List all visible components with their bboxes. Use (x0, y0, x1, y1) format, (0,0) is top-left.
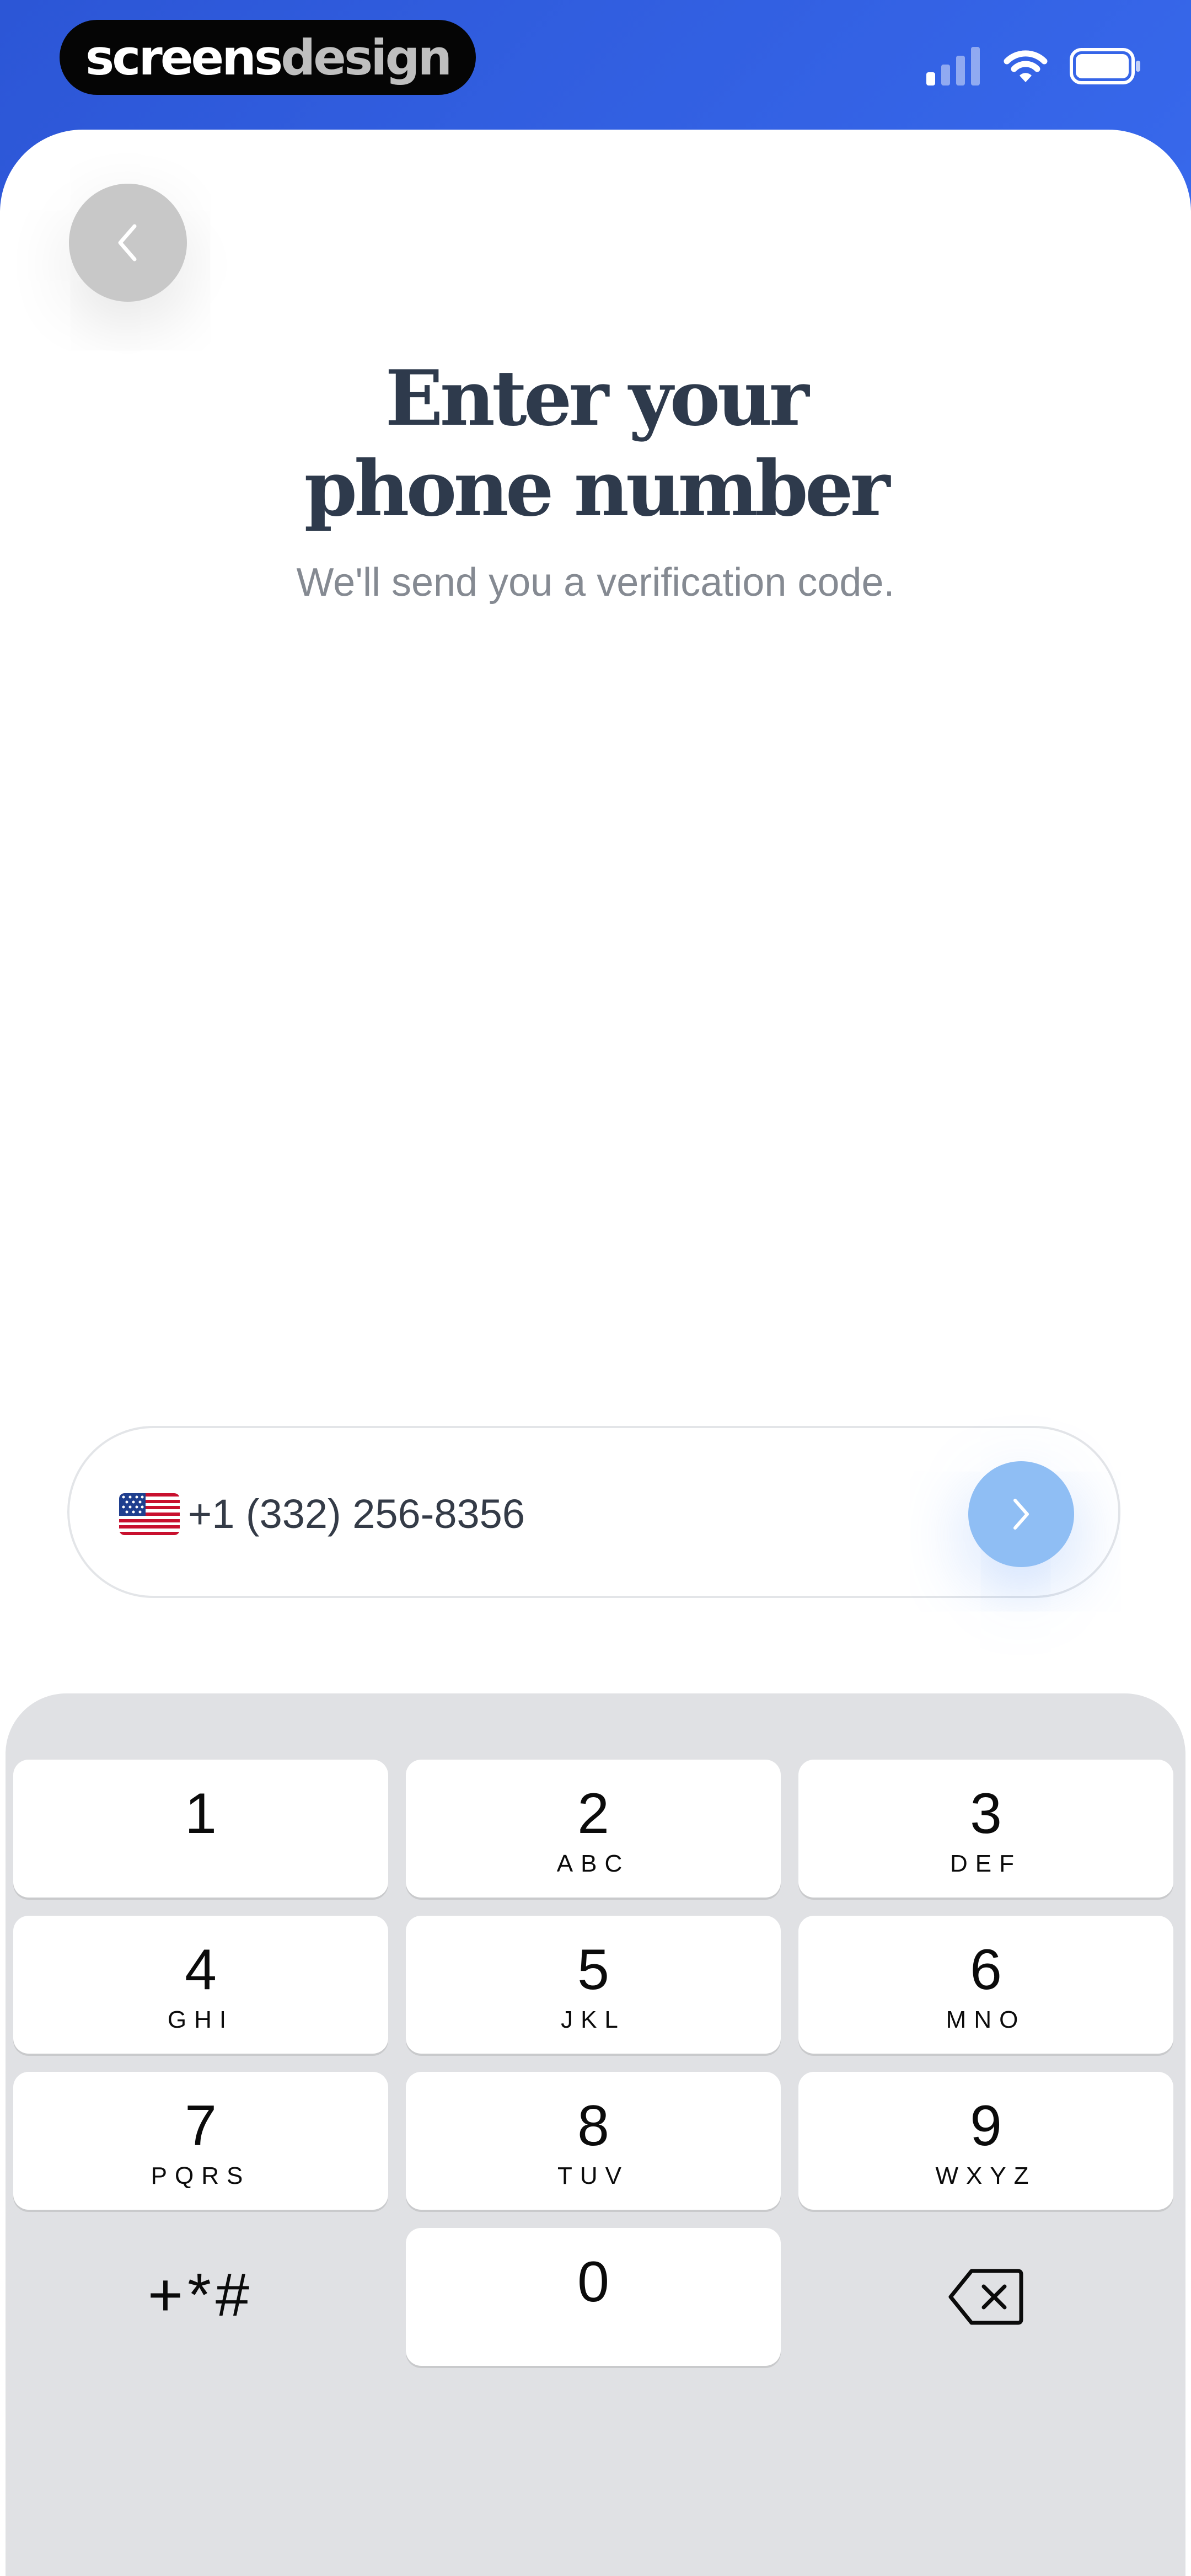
numeric-keypad: 1 2 ABC 3 DEF 4 GHI 5 JKL 6 MNO 7 PQRS 8… (6, 1693, 1185, 2576)
key-1[interactable]: 1 (13, 1760, 388, 1898)
key-digit: 7 (185, 2094, 217, 2158)
status-icons (926, 44, 1141, 88)
phone-number-value[interactable]: +1 (332) 256-8356 (188, 1487, 525, 1542)
delete-key[interactable] (798, 2228, 1173, 2366)
key-3[interactable]: 3 DEF (798, 1760, 1173, 1898)
key-symbols[interactable]: +*# (13, 2228, 388, 2366)
key-letters: GHI (167, 2006, 234, 2033)
wifi-icon (1004, 50, 1048, 82)
status-bar: screens design (0, 0, 1191, 130)
key-letters: PQRS (151, 2162, 251, 2189)
back-button[interactable] (69, 184, 187, 302)
page-title: Enter your phone number (0, 353, 1191, 534)
delete-key-icon-wrap (798, 2228, 1173, 2366)
key-digit: 0 (577, 2250, 609, 2314)
battery-icon (1070, 48, 1140, 84)
key-9[interactable]: 9 WXYZ (798, 2072, 1173, 2210)
phone-number-field[interactable]: +1 (332) 256-8356 (67, 1426, 1120, 1598)
backspace-icon (948, 2269, 1023, 2325)
key-4[interactable]: 4 GHI (13, 1916, 388, 2054)
key-letters: WXYZ (935, 2162, 1037, 2189)
key-letters: TUV (557, 2162, 629, 2189)
key-0[interactable]: 0 (406, 2228, 781, 2366)
brand-logo: screens design (60, 20, 476, 95)
chevron-left-icon (118, 224, 137, 261)
key-digit: +*# (147, 2261, 254, 2329)
key-8[interactable]: 8 TUV (406, 2072, 781, 2210)
brand-logo-primary: screens (85, 29, 283, 86)
key-digit: 2 (577, 1782, 609, 1846)
key-digit: 5 (577, 1938, 609, 2002)
key-digit: 4 (185, 1938, 217, 2002)
page-title-line-1: Enter your (385, 353, 809, 443)
submit-phone-button[interactable] (968, 1461, 1074, 1567)
key-5[interactable]: 5 JKL (406, 1916, 781, 2054)
key-letters: JKL (561, 2006, 626, 2033)
key-6[interactable]: 6 MNO (798, 1916, 1173, 2054)
brand-logo-secondary: design (281, 29, 452, 86)
page-title-line-2: phone number (304, 443, 890, 533)
us-flag-icon[interactable] (119, 1493, 180, 1535)
cellular-signal-icon (926, 47, 980, 85)
key-digit: 6 (970, 1938, 1002, 2002)
key-7[interactable]: 7 PQRS (13, 2072, 388, 2210)
key-letters: MNO (946, 2006, 1026, 2033)
key-digit: 1 (185, 1782, 217, 1846)
key-digit: 3 (970, 1782, 1002, 1846)
chevron-right-icon (1013, 1499, 1029, 1530)
key-digit: 9 (970, 2094, 1002, 2158)
page-subtitle: We'll send you a verification code. (296, 560, 895, 605)
key-2[interactable]: 2 ABC (406, 1760, 781, 1898)
key-digit: 8 (577, 2094, 609, 2158)
key-letters: ABC (556, 1850, 630, 1877)
key-letters: DEF (950, 1850, 1022, 1877)
